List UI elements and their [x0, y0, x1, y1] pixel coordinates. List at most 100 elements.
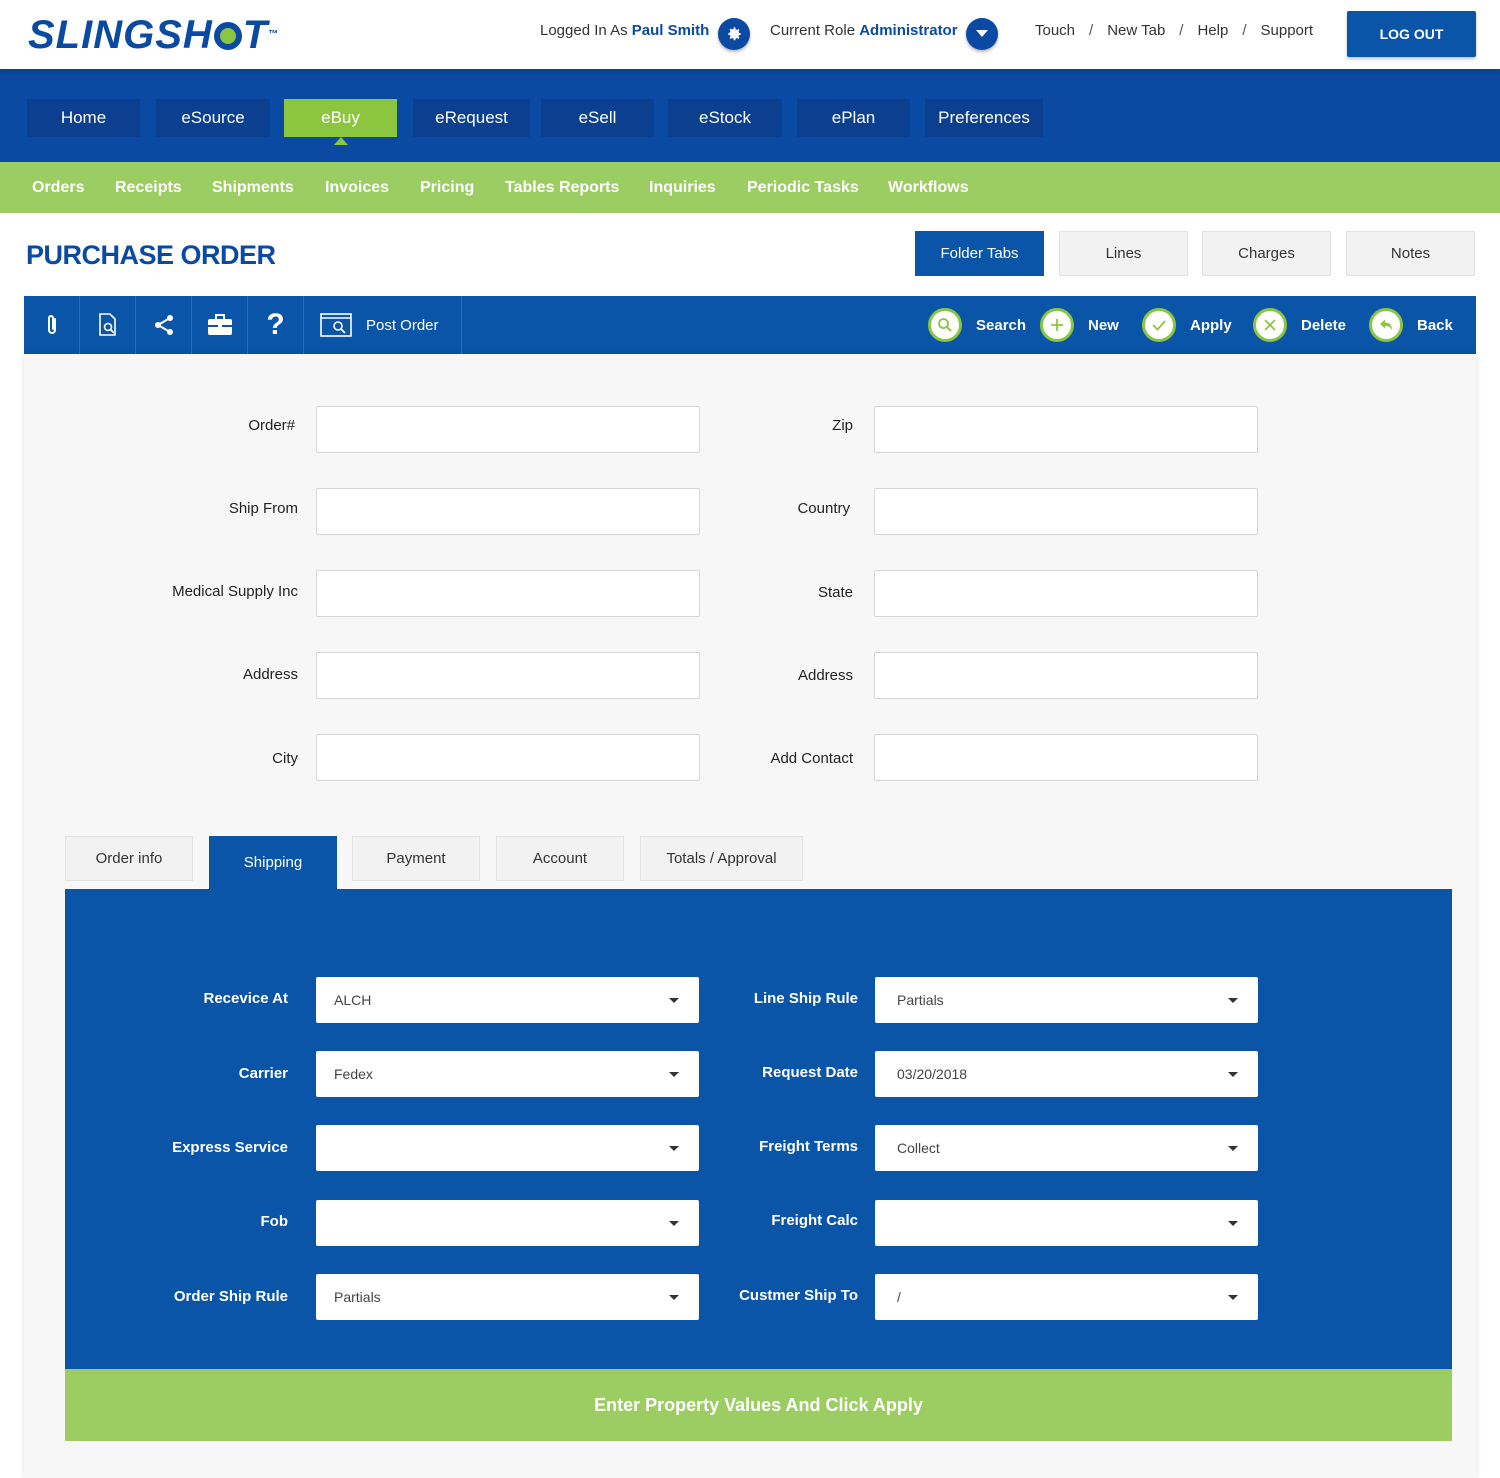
add-contact-input[interactable]	[874, 734, 1258, 781]
tab-payment[interactable]: Payment	[352, 836, 480, 881]
right-address-label: Address	[797, 667, 853, 684]
express-service-select[interactable]	[316, 1125, 699, 1171]
back-arrow-icon	[1369, 308, 1403, 342]
caret-down-icon	[669, 1072, 679, 1077]
link-separator: /	[1089, 22, 1094, 39]
sub-tab-receipts[interactable]: Receipts	[115, 162, 182, 213]
carrier-select[interactable]: Fedex	[316, 1051, 699, 1097]
address-input[interactable]	[316, 652, 700, 699]
user-name[interactable]: Paul Smith	[632, 22, 710, 39]
link-help[interactable]: Help	[1197, 22, 1228, 39]
sub-tab-workflows[interactable]: Workflows	[888, 162, 969, 213]
slingshot-logo[interactable]: SLINGSH T™	[28, 14, 279, 56]
sub-tab-shipments[interactable]: Shipments	[212, 162, 294, 213]
main-tab-estock[interactable]: eStock	[668, 99, 782, 137]
main-nav: Home eSource eBuy eRequest eSell eStock …	[0, 69, 1500, 162]
caret-down-icon	[1228, 1295, 1238, 1300]
caret-down-icon	[669, 1221, 679, 1226]
role-dropdown-button[interactable]	[966, 18, 998, 50]
tab-notes[interactable]: Notes	[1346, 231, 1475, 276]
ship-from-input[interactable]	[316, 488, 700, 535]
zip-input[interactable]	[874, 406, 1258, 453]
freight-calc-label: Freight Calc	[771, 1212, 858, 1229]
order-number-label: Order#	[248, 417, 295, 434]
freight-calc-select[interactable]	[875, 1200, 1258, 1246]
receive-at-value: ALCH	[334, 992, 372, 1008]
briefcase-button[interactable]	[192, 296, 248, 354]
main-tab-esource[interactable]: eSource	[156, 99, 270, 137]
sub-tab-pricing[interactable]: Pricing	[420, 162, 474, 213]
sub-tab-inquiries[interactable]: Inquiries	[649, 162, 716, 213]
order-ship-rule-label: Order Ship Rule	[173, 1288, 288, 1305]
order-number-input[interactable]	[316, 406, 700, 453]
search-button[interactable]: Search	[928, 307, 1026, 343]
line-ship-rule-select[interactable]: Partials	[875, 977, 1258, 1023]
country-label: Country	[797, 500, 850, 517]
caret-down-icon	[1228, 1221, 1238, 1226]
chevron-down-icon	[976, 30, 988, 37]
request-date-select[interactable]: 03/20/2018	[875, 1051, 1258, 1097]
main-tab-eplan[interactable]: ePlan	[797, 99, 910, 137]
status-message-bar: Enter Property Values And Click Apply	[65, 1369, 1452, 1441]
tab-totals-approval[interactable]: Totals / Approval	[640, 836, 803, 881]
order-ship-rule-value: Partials	[334, 1289, 381, 1305]
caret-down-icon	[669, 998, 679, 1003]
tab-order-info[interactable]: Order info	[65, 836, 193, 881]
sub-tab-periodic-tasks[interactable]: Periodic Tasks	[747, 162, 859, 213]
state-input[interactable]	[874, 570, 1258, 617]
share-button[interactable]	[136, 296, 192, 354]
back-button[interactable]: Back	[1369, 307, 1453, 343]
back-label: Back	[1417, 316, 1453, 334]
carrier-label: Carrier	[238, 1065, 288, 1082]
logout-button[interactable]: LOG OUT	[1347, 11, 1476, 57]
delete-button[interactable]: Delete	[1253, 307, 1346, 343]
tab-charges[interactable]: Charges	[1202, 231, 1331, 276]
current-role-info: Current Role Administrator	[770, 22, 958, 39]
sub-tab-orders[interactable]: Orders	[32, 162, 84, 213]
link-touch[interactable]: Touch	[1035, 22, 1075, 39]
logged-in-prefix: Logged In As	[540, 22, 628, 39]
top-links: Touch / New Tab / Help / Support	[1035, 22, 1313, 39]
close-icon	[1253, 308, 1287, 342]
fob-select[interactable]	[316, 1200, 699, 1246]
receive-at-label: Recevice At	[203, 990, 289, 1007]
receive-at-select[interactable]: ALCH	[316, 977, 699, 1023]
order-ship-rule-select[interactable]: Partials	[316, 1274, 699, 1320]
delete-label: Delete	[1301, 316, 1347, 334]
main-tab-ebuy[interactable]: eBuy	[284, 99, 397, 145]
express-service-label: Express Service	[172, 1139, 288, 1156]
sub-tab-tables-reports[interactable]: Tables Reports	[505, 162, 619, 213]
tab-folder-tabs[interactable]: Folder Tabs	[915, 231, 1044, 276]
tab-shipping[interactable]: Shipping	[209, 836, 337, 889]
apply-button[interactable]: Apply	[1142, 307, 1232, 343]
new-label: New	[1088, 316, 1119, 334]
toolbar: ? Post Order Search New Apply Delete Bac…	[24, 296, 1476, 354]
new-button[interactable]: New	[1040, 307, 1119, 343]
freight-terms-label: Freight Terms	[759, 1138, 858, 1155]
help-button[interactable]: ?	[248, 296, 304, 354]
country-input[interactable]	[874, 488, 1258, 535]
sub-tab-invoices[interactable]: Invoices	[325, 162, 389, 213]
main-tab-preferences[interactable]: Preferences	[925, 99, 1043, 137]
top-bar: SLINGSH T™ Logged In As Paul Smith Curren…	[0, 0, 1500, 69]
post-order-button[interactable]: Post Order	[304, 296, 462, 354]
main-tab-erequest[interactable]: eRequest	[413, 99, 530, 137]
customer-ship-to-select[interactable]: /	[875, 1274, 1258, 1320]
right-address-input[interactable]	[874, 652, 1258, 699]
freight-terms-select[interactable]: Collect	[875, 1125, 1258, 1171]
link-new-tab[interactable]: New Tab	[1107, 22, 1165, 39]
user-settings-button[interactable]	[718, 18, 750, 50]
document-search-button[interactable]	[80, 296, 136, 354]
fob-label: Fob	[260, 1213, 289, 1230]
role-name[interactable]: Administrator	[859, 22, 957, 39]
vendor-input[interactable]	[316, 570, 700, 617]
link-support[interactable]: Support	[1261, 22, 1314, 39]
attach-button[interactable]	[24, 296, 80, 354]
freight-terms-value: Collect	[897, 1140, 940, 1156]
carrier-value: Fedex	[334, 1066, 373, 1082]
city-input[interactable]	[316, 734, 700, 781]
tab-lines[interactable]: Lines	[1059, 231, 1188, 276]
main-tab-esell[interactable]: eSell	[541, 99, 654, 137]
main-tab-home[interactable]: Home	[27, 99, 140, 137]
tab-account[interactable]: Account	[496, 836, 624, 881]
